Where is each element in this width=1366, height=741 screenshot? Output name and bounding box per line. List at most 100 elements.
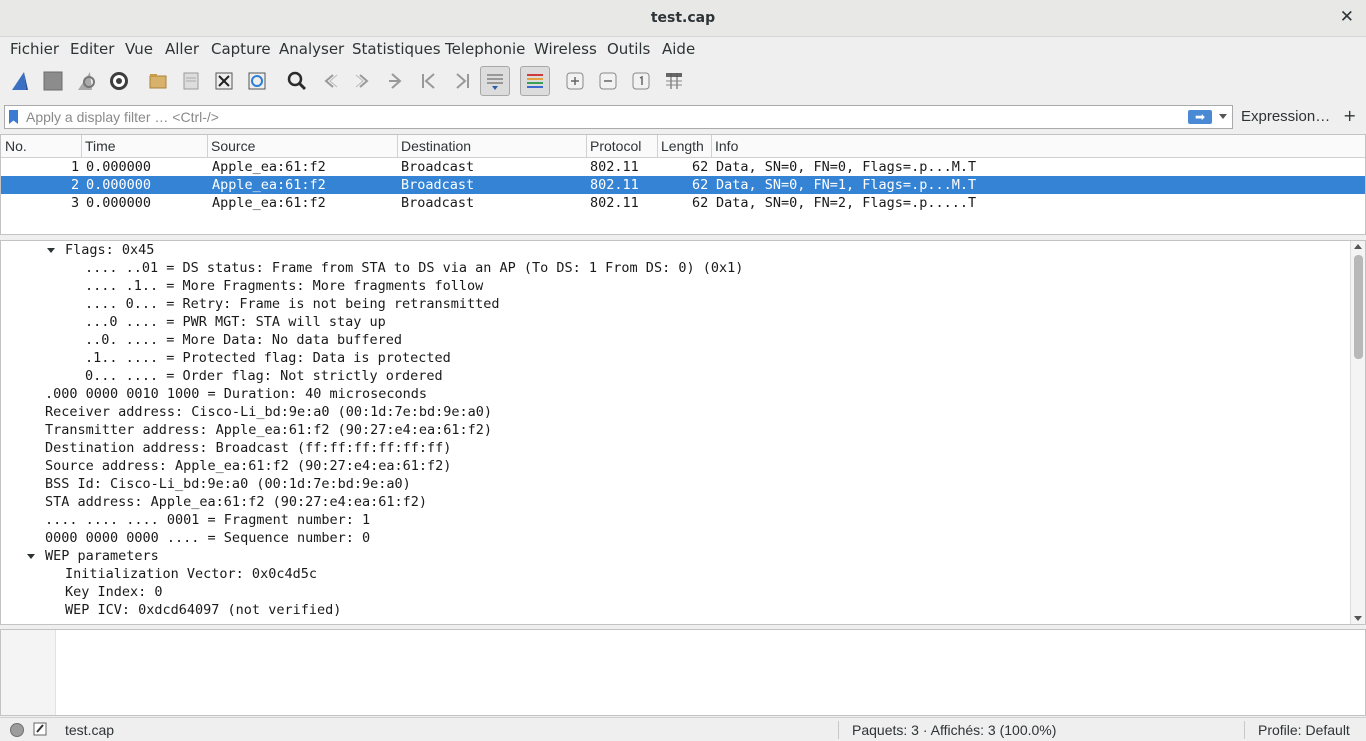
status-bar: test.cap Paquets: 3 · Affichés: 3 (100.0…	[0, 717, 1366, 741]
expression-button[interactable]: Expression…	[1241, 108, 1330, 125]
column-header-no[interactable]: No.	[5, 138, 27, 160]
column-header-time[interactable]: Time	[85, 138, 116, 160]
display-filter-input[interactable]: Apply a display filter … <Ctrl-/> ➡	[4, 105, 1233, 129]
apply-filter-arrow-icon[interactable]: ➡	[1188, 110, 1212, 124]
column-separator	[711, 135, 712, 158]
restart-icon[interactable]	[71, 66, 101, 96]
cell-no: 3	[71, 195, 80, 211]
cell-info: Data, SN=0, FN=0, Flags=.p...M.T	[716, 159, 977, 175]
tree-item[interactable]: Key Index: 0	[65, 583, 163, 601]
display-filter-bar: Apply a display filter … <Ctrl-/> ➡ Expr…	[0, 102, 1366, 131]
tree-item[interactable]: WEP ICV: 0xdcd64097 (not verified)	[65, 601, 341, 619]
tree-item[interactable]: Source address: Apple_ea:61:f2 (90:27:e4…	[45, 457, 451, 475]
stop-icon[interactable]	[38, 66, 68, 96]
tree-item[interactable]: Initialization Vector: 0x0c4d5c	[65, 565, 317, 583]
tree-item[interactable]: Transmitter address: Apple_ea:61:f2 (90:…	[45, 421, 492, 439]
menu-editer[interactable]: Editer	[70, 40, 114, 58]
autoscroll-icon[interactable]	[480, 66, 510, 96]
cell-length: 62	[692, 177, 709, 193]
expand-triangle-icon[interactable]	[47, 248, 55, 253]
cell-destination: Broadcast	[401, 159, 475, 175]
tree-item[interactable]: ...0 .... = PWR MGT: STA will stay up	[85, 313, 386, 331]
menu-statistiques[interactable]: Statistiques	[352, 40, 441, 58]
title-bar: test.cap ✕	[0, 0, 1366, 37]
packet-row[interactable]: 1 0.000000 Apple_ea:61:f2 Broadcast 802.…	[1, 158, 1365, 176]
open-folder-icon[interactable]	[143, 66, 173, 96]
status-profile[interactable]: Profile: Default	[1258, 722, 1350, 738]
menu-wireless[interactable]: Wireless	[534, 40, 597, 58]
main-toolbar	[0, 62, 1366, 100]
details-scrollbar[interactable]	[1350, 241, 1365, 624]
cell-source: Apple_ea:61:f2	[212, 195, 326, 211]
cell-source: Apple_ea:61:f2	[212, 177, 326, 193]
column-header-length[interactable]: Length	[661, 138, 704, 160]
menu-vue[interactable]: Vue	[125, 40, 153, 58]
tree-item[interactable]: .1.. .... = Protected flag: Data is prot…	[85, 349, 451, 367]
expand-triangle-icon[interactable]	[27, 554, 35, 559]
resize-columns-icon[interactable]	[659, 66, 689, 96]
menu-bar: Fichier Editer Vue Aller Capture Analyse…	[0, 37, 1366, 61]
cell-info: Data, SN=0, FN=2, Flags=.p.....T	[716, 195, 977, 211]
bytes-offset-gutter	[1, 630, 56, 715]
menu-telephonie[interactable]: Telephonie	[445, 40, 525, 58]
column-header-protocol[interactable]: Protocol	[590, 138, 641, 160]
go-forward-icon[interactable]	[348, 66, 378, 96]
close-file-icon[interactable]	[209, 66, 239, 96]
cell-protocol: 802.11	[590, 159, 639, 175]
tree-item[interactable]: .000 0000 0010 1000 = Duration: 40 micro…	[45, 385, 427, 403]
menu-outils[interactable]: Outils	[607, 40, 650, 58]
tree-item[interactable]: .... .1.. = More Fragments: More fragmen…	[85, 277, 483, 295]
colorize-icon[interactable]	[520, 66, 550, 96]
tree-item[interactable]: .... .... .... 0001 = Fragment number: 1	[45, 511, 370, 529]
filter-placeholder: Apply a display filter … <Ctrl-/>	[26, 109, 219, 125]
edit-comment-icon[interactable]	[33, 722, 47, 736]
search-icon[interactable]	[282, 66, 312, 96]
menu-capture[interactable]: Capture	[211, 40, 271, 58]
status-packet-count: Paquets: 3 · Affichés: 3 (100.0%)	[852, 722, 1057, 738]
packet-row-selected[interactable]: 2 0.000000 Apple_ea:61:f2 Broadcast 802.…	[1, 176, 1365, 194]
menu-aide[interactable]: Aide	[662, 40, 695, 58]
zoom-in-icon[interactable]	[560, 66, 590, 96]
close-icon[interactable]: ✕	[1340, 7, 1354, 27]
tree-item[interactable]: 0... .... = Order flag: Not strictly ord…	[85, 367, 443, 385]
scrollbar-thumb[interactable]	[1354, 255, 1363, 359]
cell-source: Apple_ea:61:f2	[212, 159, 326, 175]
tree-item[interactable]: BSS Id: Cisco-Li_bd:9e:a0 (00:1d:7e:bd:9…	[45, 475, 411, 493]
tree-item[interactable]: Receiver address: Cisco-Li_bd:9e:a0 (00:…	[45, 403, 492, 421]
scroll-down-icon[interactable]	[1354, 616, 1362, 621]
zoom-out-icon[interactable]	[593, 66, 623, 96]
expert-info-indicator-icon[interactable]	[10, 723, 24, 737]
last-packet-icon[interactable]	[447, 66, 477, 96]
tree-item[interactable]: .... ..01 = DS status: Frame from STA to…	[85, 259, 743, 277]
scroll-up-icon[interactable]	[1354, 244, 1362, 249]
menu-analyser[interactable]: Analyser	[279, 40, 344, 58]
column-header-source[interactable]: Source	[211, 138, 255, 160]
column-header-destination[interactable]: Destination	[401, 138, 471, 160]
reload-icon[interactable]	[242, 66, 272, 96]
shark-fin-start-icon[interactable]	[5, 66, 35, 96]
tree-item[interactable]: 0000 0000 0000 .... = Sequence number: 0	[45, 529, 370, 547]
go-to-packet-icon[interactable]	[381, 66, 411, 96]
menu-aller[interactable]: Aller	[165, 40, 199, 58]
filter-dropdown-icon[interactable]	[1219, 114, 1227, 119]
add-filter-button[interactable]: +	[1343, 106, 1356, 125]
packet-row[interactable]: 3 0.000000 Apple_ea:61:f2 Broadcast 802.…	[1, 194, 1365, 212]
column-header-info[interactable]: Info	[715, 138, 738, 160]
window-title: test.cap	[650, 10, 716, 26]
first-packet-icon[interactable]	[414, 66, 444, 96]
cell-length: 62	[692, 195, 709, 211]
tree-item[interactable]: STA address: Apple_ea:61:f2 (90:27:e4:ea…	[45, 493, 427, 511]
go-back-icon[interactable]	[315, 66, 345, 96]
packet-list-header: No. Time Source Destination Protocol Len…	[1, 135, 1365, 158]
cell-protocol: 802.11	[590, 195, 639, 211]
save-icon[interactable]	[176, 66, 206, 96]
tree-item-wep-parameters[interactable]: WEP parameters	[45, 547, 159, 565]
tree-item[interactable]: Destination address: Broadcast (ff:ff:ff…	[45, 439, 451, 457]
tree-item-flags[interactable]: Flags: 0x45	[65, 241, 154, 259]
options-gear-icon[interactable]	[104, 66, 134, 96]
tree-item[interactable]: ..0. .... = More Data: No data buffered	[85, 331, 402, 349]
bookmark-icon[interactable]	[9, 110, 18, 124]
tree-item[interactable]: .... 0... = Retry: Frame is not being re…	[85, 295, 500, 313]
normal-size-icon[interactable]	[626, 66, 656, 96]
menu-fichier[interactable]: Fichier	[10, 40, 59, 58]
